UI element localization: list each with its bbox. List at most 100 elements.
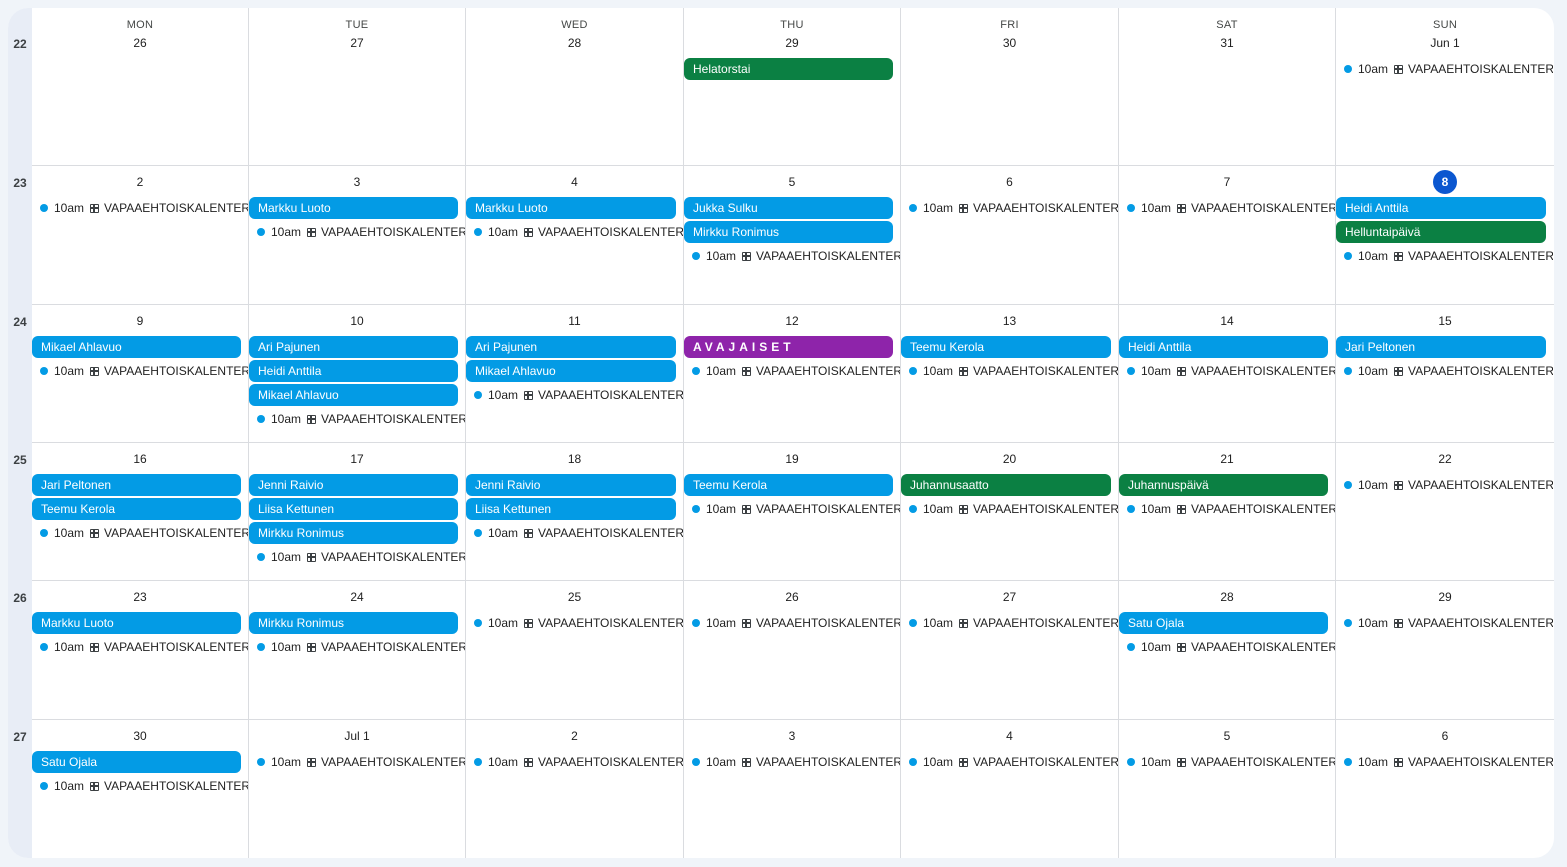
- date-label[interactable]: Jun 1: [1430, 36, 1459, 50]
- timed-event[interactable]: 10am VAPAAEHTOISKALENTERI: [909, 751, 1118, 773]
- day-cell[interactable]: 5 Jukka Sulku Mirkku Ronimus 10am VAPAAEHTOI…: [684, 166, 901, 305]
- day-cell[interactable]: 5 10am VAPAAEHTOISKALENTERI: [1119, 720, 1336, 858]
- all-day-event[interactable]: Jenni Raivio: [466, 474, 676, 496]
- day-cell[interactable]: 18 Jenni Raivio Liisa Kettunen 10am VAPAAEHT…: [466, 443, 684, 581]
- date-label[interactable]: 12: [785, 314, 798, 328]
- timed-event[interactable]: 10am VAPAAEHTOISKALENTERI: [40, 636, 248, 658]
- all-day-event[interactable]: Teemu Kerola: [32, 498, 241, 520]
- day-cell[interactable]: TUE 27: [249, 8, 466, 166]
- day-cell[interactable]: 14 Heidi Anttila 10am VAPAAEHTOISKALENTERI: [1119, 305, 1336, 443]
- timed-event[interactable]: 10am VAPAAEHTOISKALENTERI: [692, 612, 900, 634]
- day-cell[interactable]: 26 10am VAPAAEHTOISKALENTERI: [684, 581, 901, 720]
- timed-event[interactable]: 10am VAPAAEHTOISKALENTERI: [1344, 360, 1553, 382]
- week-number[interactable]: 24: [8, 315, 32, 329]
- date-label[interactable]: 28: [568, 36, 581, 50]
- date-label[interactable]: 2: [137, 175, 144, 189]
- timed-event[interactable]: 10am VAPAAEHTOISKALENTERI: [40, 360, 248, 382]
- timed-event[interactable]: 10am VAPAAEHTOISKALENTERI: [257, 221, 465, 243]
- timed-event[interactable]: 10am VAPAAEHTOISKALENTERI: [40, 775, 248, 797]
- all-day-event[interactable]: Mirkku Ronimus: [249, 612, 458, 634]
- day-cell[interactable]: Jul 1 10am VAPAAEHTOISKALENTERI: [249, 720, 466, 858]
- day-cell[interactable]: 17 Jenni Raivio Liisa Kettunen Mirkku Ronim…: [249, 443, 466, 581]
- date-label[interactable]: 11: [568, 314, 580, 328]
- date-label[interactable]: 20: [1003, 452, 1016, 466]
- all-day-event[interactable]: AVAJAISET: [684, 336, 893, 358]
- all-day-event[interactable]: Teemu Kerola: [901, 336, 1111, 358]
- day-cell[interactable]: 3 10am VAPAAEHTOISKALENTERI: [684, 720, 901, 858]
- date-label[interactable]: 27: [350, 36, 363, 50]
- date-label[interactable]: 31: [1220, 36, 1233, 50]
- day-cell[interactable]: FRI 30: [901, 8, 1119, 166]
- timed-event[interactable]: 10am VAPAAEHTOISKALENTERI: [909, 612, 1118, 634]
- timed-event[interactable]: 10am VAPAAEHTOISKALENTERI: [474, 522, 683, 544]
- all-day-event[interactable]: Jenni Raivio: [249, 474, 458, 496]
- timed-event[interactable]: 10am VAPAAEHTOISKALENTERI: [909, 360, 1118, 382]
- date-label[interactable]: 29: [1438, 590, 1451, 604]
- day-cell[interactable]: SAT 31: [1119, 8, 1336, 166]
- all-day-event[interactable]: Heidi Anttila: [1336, 197, 1546, 219]
- date-label[interactable]: 22: [1438, 452, 1451, 466]
- week-number[interactable]: 26: [8, 591, 32, 605]
- timed-event[interactable]: 10am VAPAAEHTOISKALENTERI: [1344, 751, 1553, 773]
- date-label[interactable]: 5: [789, 175, 796, 189]
- all-day-event[interactable]: Ari Pajunen: [466, 336, 676, 358]
- all-day-event[interactable]: Mirkku Ronimus: [684, 221, 893, 243]
- timed-event[interactable]: 10am VAPAAEHTOISKALENTERI: [1127, 498, 1335, 520]
- date-label[interactable]: 28: [1220, 590, 1233, 604]
- day-cell[interactable]: 11 Ari Pajunen Mikael Ahlavuo 10am VAPAAEHTO…: [466, 305, 684, 443]
- day-cell[interactable]: 20 Juhannusaatto 10am VAPAAEHTOISKALENTERI: [901, 443, 1119, 581]
- timed-event[interactable]: 10am VAPAAEHTOISKALENTERI: [40, 522, 248, 544]
- date-label[interactable]: 10: [350, 314, 363, 328]
- date-label[interactable]: 26: [785, 590, 798, 604]
- all-day-event[interactable]: Jari Peltonen: [32, 474, 241, 496]
- date-label[interactable]: 24: [350, 590, 363, 604]
- all-day-event[interactable]: Markku Luoto: [249, 197, 458, 219]
- date-label[interactable]: 15: [1438, 314, 1451, 328]
- day-cell[interactable]: 8 Heidi Anttila Helluntaipäivä 10am VAPAAEHT…: [1336, 166, 1554, 305]
- all-day-event[interactable]: Mikael Ahlavuo: [466, 360, 676, 382]
- day-cell[interactable]: 30 Satu Ojala 10am VAPAAEHTOISKALENTERI: [32, 720, 249, 858]
- date-label[interactable]: 8: [1433, 170, 1457, 194]
- day-cell[interactable]: 25 10am VAPAAEHTOISKALENTERI: [466, 581, 684, 720]
- day-cell[interactable]: 4 10am VAPAAEHTOISKALENTERI: [901, 720, 1119, 858]
- day-cell[interactable]: 2 10am VAPAAEHTOISKALENTERI: [466, 720, 684, 858]
- timed-event[interactable]: 10am VAPAAEHTOISKALENTERI: [1344, 474, 1553, 496]
- date-label[interactable]: 18: [568, 452, 581, 466]
- timed-event[interactable]: 10am VAPAAEHTOISKALENTERI: [692, 498, 900, 520]
- all-day-event[interactable]: Helluntaipäivä: [1336, 221, 1546, 243]
- timed-event[interactable]: 10am VAPAAEHTOISKALENTERI: [257, 636, 465, 658]
- all-day-event[interactable]: Liisa Kettunen: [466, 498, 676, 520]
- day-cell[interactable]: 12 AVAJAISET 10am VAPAAEHTOISKALENTERI: [684, 305, 901, 443]
- day-cell[interactable]: 6 10am VAPAAEHTOISKALENTERI: [1336, 720, 1554, 858]
- day-cell[interactable]: 9 Mikael Ahlavuo 10am VAPAAEHTOISKALENTERI: [32, 305, 249, 443]
- day-cell[interactable]: 19 Teemu Kerola 10am VAPAAEHTOISKALENTERI: [684, 443, 901, 581]
- all-day-event[interactable]: Jari Peltonen: [1336, 336, 1546, 358]
- timed-event[interactable]: 10am VAPAAEHTOISKALENTERI: [257, 408, 465, 430]
- date-label[interactable]: 4: [571, 175, 578, 189]
- all-day-event[interactable]: Ari Pajunen: [249, 336, 458, 358]
- date-label[interactable]: 6: [1006, 175, 1013, 189]
- timed-event[interactable]: 10am VAPAAEHTOISKALENTERI: [257, 546, 465, 568]
- timed-event[interactable]: 10am VAPAAEHTOISKALENTERI: [1127, 360, 1335, 382]
- timed-event[interactable]: 10am VAPAAEHTOISKALENTERI: [1344, 612, 1553, 634]
- all-day-event[interactable]: Mikael Ahlavuo: [249, 384, 458, 406]
- day-cell[interactable]: 21 Juhannuspäivä 10am VAPAAEHTOISKALENTERI: [1119, 443, 1336, 581]
- date-label[interactable]: 30: [133, 729, 146, 743]
- date-label[interactable]: 25: [568, 590, 581, 604]
- day-cell[interactable]: THU 29 Helatorstai: [684, 8, 901, 166]
- day-cell[interactable]: 29 10am VAPAAEHTOISKALENTERI: [1336, 581, 1554, 720]
- all-day-event[interactable]: Mikael Ahlavuo: [32, 336, 241, 358]
- timed-event[interactable]: 10am VAPAAEHTOISKALENTERI: [474, 384, 683, 406]
- all-day-event[interactable]: Markku Luoto: [466, 197, 676, 219]
- timed-event[interactable]: 10am VAPAAEHTOISKALENTERI: [692, 751, 900, 773]
- date-label[interactable]: 23: [133, 590, 146, 604]
- day-cell[interactable]: 10 Ari Pajunen Heidi Anttila Mikael Ahlavuo…: [249, 305, 466, 443]
- all-day-event[interactable]: Helatorstai: [684, 58, 893, 80]
- timed-event[interactable]: 10am VAPAAEHTOISKALENTERI: [909, 498, 1118, 520]
- day-cell[interactable]: WED 28: [466, 8, 684, 166]
- date-label[interactable]: 3: [789, 729, 796, 743]
- timed-event[interactable]: 10am VAPAAEHTOISKALENTERI: [257, 751, 465, 773]
- date-label[interactable]: 5: [1224, 729, 1231, 743]
- day-cell[interactable]: 6 10am VAPAAEHTOISKALENTERI: [901, 166, 1119, 305]
- week-number[interactable]: 25: [8, 453, 32, 467]
